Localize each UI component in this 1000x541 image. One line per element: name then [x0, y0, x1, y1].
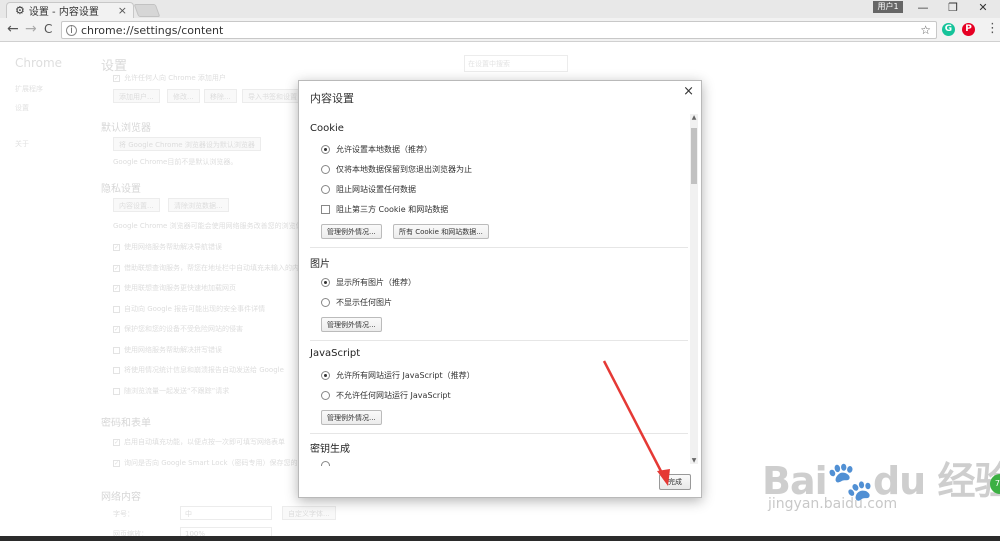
third-party-cookie-checkbox[interactable]: 阻止第三方 Cookie 和网站数据: [321, 204, 448, 215]
divider: [310, 340, 688, 341]
keygen-radio[interactable]: [321, 461, 336, 466]
browser-toolbar: ← → C i chrome://settings/content ☆: [0, 18, 1000, 42]
cookie-manage-exceptions-button[interactable]: 管理例外情况...: [321, 224, 382, 239]
section-cookie-heading: Cookie: [310, 123, 344, 134]
forward-arrow-icon[interactable]: →: [25, 21, 37, 37]
divider: [310, 247, 688, 248]
images-show-radio[interactable]: 显示所有图片（推荐）: [321, 277, 416, 288]
maximize-icon[interactable]: ❐: [940, 0, 966, 16]
all-cookies-button[interactable]: 所有 Cookie 和网站数据...: [393, 224, 489, 239]
close-window-icon[interactable]: ✕: [970, 0, 996, 16]
option-label: 允许设置本地数据（推荐）: [336, 145, 432, 154]
done-button[interactable]: 完成: [659, 474, 691, 490]
divider: [310, 433, 688, 434]
radio-icon: [321, 461, 330, 466]
cookie-block-radio[interactable]: 阻止网站设置任何数据: [321, 184, 416, 195]
tab-title: 设置 - 内容设置: [28, 7, 99, 18]
scrollbar-thumb[interactable]: [691, 128, 697, 184]
scroll-down-icon[interactable]: ▼: [690, 457, 698, 464]
scroll-up-icon[interactable]: ▲: [690, 114, 698, 121]
pinterest-icon[interactable]: P: [962, 23, 975, 36]
new-tab-button[interactable]: [133, 4, 161, 17]
radio-icon: [321, 185, 330, 194]
tab-settings[interactable]: ⚙ 设置 - 内容设置 ×: [6, 2, 134, 18]
gear-icon: ⚙: [15, 4, 25, 17]
option-label: 显示所有图片（推荐）: [336, 278, 416, 287]
dialog-title: 内容设置: [310, 92, 354, 105]
option-label: 允许所有网站运行 JavaScript（推荐）: [336, 371, 475, 380]
radio-selected-icon: [321, 371, 330, 380]
option-label: 不显示任何图片: [336, 298, 392, 307]
javascript-manage-exceptions-button[interactable]: 管理例外情况...: [321, 410, 382, 425]
images-manage-exceptions-button[interactable]: 管理例外情况...: [321, 317, 382, 332]
tab-close-icon[interactable]: ×: [118, 4, 127, 17]
reload-icon[interactable]: C: [44, 22, 52, 36]
info-icon[interactable]: i: [66, 24, 77, 36]
section-images-heading: 图片: [310, 259, 330, 270]
address-bar[interactable]: i chrome://settings/content ☆: [61, 21, 937, 39]
radio-selected-icon: [321, 145, 330, 154]
grammarly-icon[interactable]: G: [942, 23, 955, 36]
option-label: 不允许任何网站运行 JavaScript: [336, 391, 451, 400]
taskbar: [0, 536, 1000, 541]
option-label: 阻止网站设置任何数据: [336, 185, 416, 194]
images-hide-radio[interactable]: 不显示任何图片: [321, 297, 392, 308]
section-javascript-heading: JavaScript: [310, 348, 361, 359]
javascript-allow-radio[interactable]: 允许所有网站运行 JavaScript（推荐）: [321, 370, 475, 381]
radio-selected-icon: [321, 278, 330, 287]
radio-icon: [321, 298, 330, 307]
profile-badge[interactable]: 用户1: [873, 1, 903, 13]
radio-icon: [321, 391, 330, 400]
minimize-icon[interactable]: —: [910, 0, 936, 16]
menu-dots-icon[interactable]: ⋮: [986, 21, 999, 36]
checkbox-icon: [321, 205, 330, 214]
dialog-close-icon[interactable]: ×: [683, 84, 694, 99]
watermark-url: jingyan.baidu.com: [768, 496, 898, 512]
option-label: 阻止第三方 Cookie 和网站数据: [336, 205, 449, 214]
dialog-body: Cookie 允许设置本地数据（推荐） 仅将本地数据保留到您退出浏览器为止 阻止…: [299, 114, 691, 466]
javascript-block-radio[interactable]: 不允许任何网站运行 JavaScript: [321, 390, 451, 401]
baidu-watermark: Bai🐾du 经验 jingyan.baidu.com: [752, 450, 1000, 520]
address-url: chrome://settings/content: [81, 23, 224, 37]
section-keygen-heading: 密钥生成: [310, 444, 350, 455]
cookie-session-radio[interactable]: 仅将本地数据保留到您退出浏览器为止: [321, 164, 472, 175]
back-arrow-icon[interactable]: ←: [7, 21, 19, 37]
content-settings-dialog: 内容设置 × Cookie 允许设置本地数据（推荐） 仅将本地数据保留到您退出浏…: [298, 80, 702, 498]
title-bar: ⚙ 设置 - 内容设置 × 用户1 — ❐ ✕: [0, 0, 1000, 18]
option-label: 仅将本地数据保留到您退出浏览器为止: [336, 165, 472, 174]
bookmark-star-icon[interactable]: ☆: [920, 23, 931, 37]
cookie-allow-radio[interactable]: 允许设置本地数据（推荐）: [321, 144, 432, 155]
radio-icon: [321, 165, 330, 174]
dialog-scrollbar[interactable]: ▲ ▼: [690, 114, 698, 464]
